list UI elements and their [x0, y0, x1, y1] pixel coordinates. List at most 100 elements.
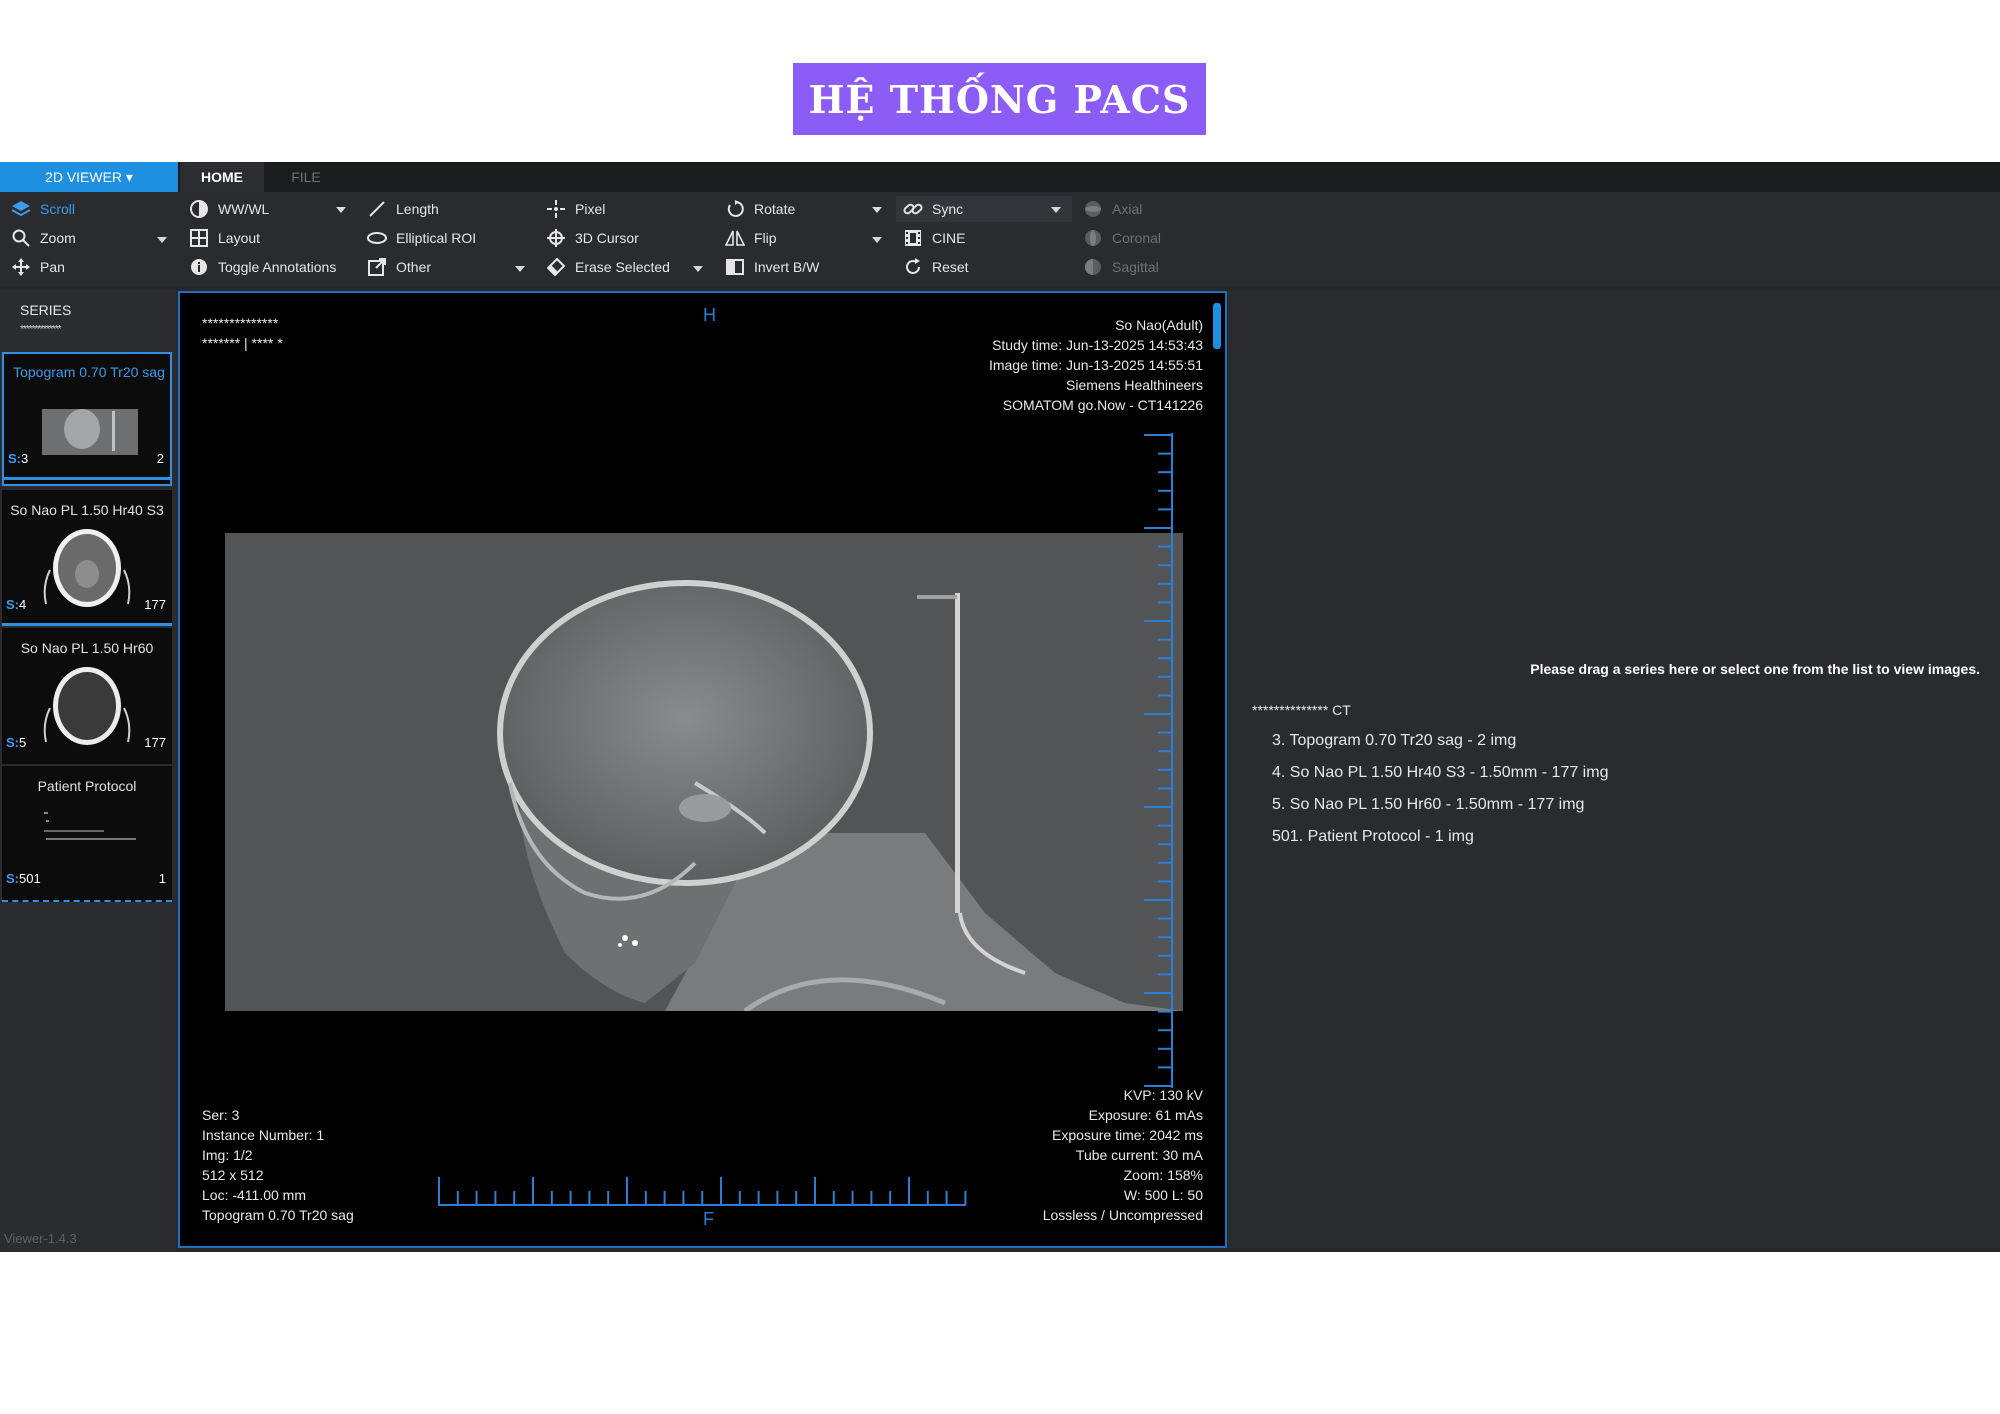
other-dropdown-icon[interactable]: [515, 266, 525, 272]
exposure-time: Exposure time: 2042 ms: [1052, 1127, 1203, 1143]
image-scrollbar[interactable]: [1213, 303, 1221, 349]
patient-id-masked: ******* | **** *: [202, 335, 283, 351]
rotate-tool-label: Rotate: [754, 201, 796, 217]
invert-icon: [724, 256, 746, 278]
zoom-tool-label: Zoom: [40, 230, 76, 246]
ribbon-tab-row: 2D VIEWER ▾ HOME FILE: [0, 162, 2000, 192]
study-header: ************** CT: [1252, 702, 1351, 718]
sagittal-plane-icon: [1082, 256, 1104, 278]
study-description: So Nao(Adult): [1115, 317, 1203, 333]
pan-tool-label: Pan: [40, 259, 65, 275]
zoom-level: Zoom: 158%: [1123, 1167, 1203, 1183]
overlay-bottom-left: Ser: 3 Instance Number: 1 Img: 1/2 512 x…: [202, 1105, 354, 1225]
sync-tool[interactable]: Sync: [902, 196, 963, 222]
series-image-count: 1: [158, 871, 166, 886]
patient-name-masked: **************: [20, 324, 61, 335]
series-number: S:4: [6, 597, 27, 612]
layers-icon: [10, 198, 32, 220]
invert-tool-label: Invert B/W: [754, 259, 820, 275]
coronal-tool[interactable]: Coronal: [1082, 225, 1161, 251]
length-tool[interactable]: Length: [366, 196, 439, 222]
move-arrows-icon: [10, 256, 32, 278]
manufacturer: Siemens Healthineers: [1066, 377, 1203, 393]
series-image-count: 177: [144, 735, 166, 750]
wwwl-tool[interactable]: WW/WL: [188, 196, 269, 222]
pixel-tool-label: Pixel: [575, 201, 606, 217]
series-list-item[interactable]: 4. So Nao PL 1.50 Hr40 S3 - 1.50mm - 177…: [1272, 764, 1608, 782]
pixel-probe-icon: [545, 198, 567, 220]
link-icon: [902, 198, 924, 220]
rotate-dropdown-icon[interactable]: [872, 207, 882, 213]
series-list-item[interactable]: 5. So Nao PL 1.50 Hr60 - 1.50mm - 177 im…: [1272, 796, 1584, 814]
matrix-size: 512 x 512: [202, 1167, 264, 1183]
contrast-icon: [188, 198, 210, 220]
toggle-annotations-label: Toggle Annotations: [218, 259, 337, 275]
zoom-dropdown-icon[interactable]: [157, 237, 167, 243]
overlay-top-right: So Nao(Adult) Study time: Jun-13-2025 14…: [989, 315, 1203, 415]
length-tool-label: Length: [396, 201, 439, 217]
flip-dropdown-icon[interactable]: [872, 237, 882, 243]
series-card-name: So Nao PL 1.50 Hr40 S3: [10, 502, 164, 518]
flip-tool-label: Flip: [754, 230, 777, 246]
3d-cursor-tool[interactable]: 3D Cursor: [545, 225, 639, 251]
window-level: W: 500 L: 50: [1123, 1187, 1203, 1203]
ellipse-icon: [366, 227, 388, 249]
other-tool-label: Other: [396, 259, 432, 275]
pan-tool[interactable]: Pan: [10, 254, 65, 280]
cine-tool-label: CINE: [932, 230, 966, 246]
tab-file[interactable]: FILE: [270, 162, 342, 192]
wwwl-dropdown-icon[interactable]: [336, 207, 346, 213]
external-link-icon: [366, 256, 388, 278]
grid-layout-icon: [188, 227, 210, 249]
toggle-annotations-tool[interactable]: Toggle Annotations: [188, 254, 336, 280]
series-card-4[interactable]: So Nao PL 1.50 Hr40 S3 S:4 177: [2, 490, 172, 626]
series-thumbnail: [42, 409, 138, 455]
series-number: S:501: [6, 871, 41, 886]
series-thumbnail: [43, 529, 131, 607]
empty-viewport[interactable]: Please drag a series here or select one …: [1228, 291, 2000, 1248]
invert-tool[interactable]: Invert B/W: [724, 254, 819, 280]
exposure: Exposure: 61 mAs: [1088, 1107, 1203, 1123]
reset-tool-label: Reset: [932, 259, 969, 275]
viewer-mode-dropdown[interactable]: 2D VIEWER ▾: [0, 162, 178, 192]
elliptical-roi-tool[interactable]: Elliptical ROI: [366, 225, 476, 251]
series-panel: SERIES ************** Topogram 0.70 Tr20…: [0, 290, 176, 1252]
coronal-tool-label: Coronal: [1112, 230, 1162, 246]
film-icon: [902, 227, 924, 249]
erase-dropdown-icon[interactable]: [693, 266, 703, 272]
slice-location: Loc: -411.00 mm: [202, 1187, 307, 1203]
drag-series-message: Please drag a series here or select one …: [1530, 661, 1980, 677]
series-card-5[interactable]: So Nao PL 1.50 Hr60 S:5 177: [2, 628, 172, 764]
cine-tool[interactable]: CINE: [902, 225, 965, 251]
elliptical-roi-label: Elliptical ROI: [396, 230, 477, 246]
layout-tool[interactable]: Layout: [188, 225, 260, 251]
other-tool[interactable]: Other: [366, 254, 431, 280]
pixel-tool[interactable]: Pixel: [545, 196, 605, 222]
reset-tool[interactable]: Reset: [902, 254, 969, 280]
series-card-501[interactable]: Patient Protocol S:501 1: [2, 766, 172, 902]
sync-dropdown-icon[interactable]: [1051, 207, 1061, 213]
series-list-item[interactable]: 3. Topogram 0.70 Tr20 sag - 2 img: [1272, 732, 1516, 750]
flip-tool[interactable]: Flip: [724, 225, 777, 251]
layout-tool-label: Layout: [218, 230, 261, 246]
image-viewport[interactable]: ************** ******* | **** * So Nao(A…: [178, 291, 1227, 1248]
series-card-3[interactable]: Topogram 0.70 Tr20 sag S:3 2: [2, 352, 172, 486]
pacs-app: 2D VIEWER ▾ HOME FILE Scroll Zoom Pan WW…: [0, 162, 2000, 1252]
zoom-tool[interactable]: Zoom: [10, 225, 76, 251]
axial-tool-label: Axial: [1112, 201, 1143, 217]
series-card-name: Patient Protocol: [37, 778, 137, 794]
scroll-tool[interactable]: Scroll: [10, 196, 75, 222]
sagittal-tool[interactable]: Sagittal: [1082, 254, 1159, 280]
rotate-tool[interactable]: Rotate: [724, 196, 795, 222]
ruler-line-icon: [366, 198, 388, 220]
series-list-item[interactable]: 501. Patient Protocol - 1 img: [1272, 828, 1474, 846]
axial-tool[interactable]: Axial: [1082, 196, 1142, 222]
coronal-plane-icon: [1082, 227, 1104, 249]
rotate-icon: [724, 198, 746, 220]
tab-home[interactable]: HOME: [180, 162, 264, 192]
topogram-image: [225, 533, 1183, 1011]
erase-selected-tool[interactable]: Erase Selected: [545, 254, 670, 280]
overlay-bottom-right: KVP: 130 kV Exposure: 61 mAs Exposure ti…: [1043, 1085, 1203, 1225]
sync-tool-label: Sync: [932, 201, 964, 217]
series-number: S:3: [8, 451, 29, 466]
